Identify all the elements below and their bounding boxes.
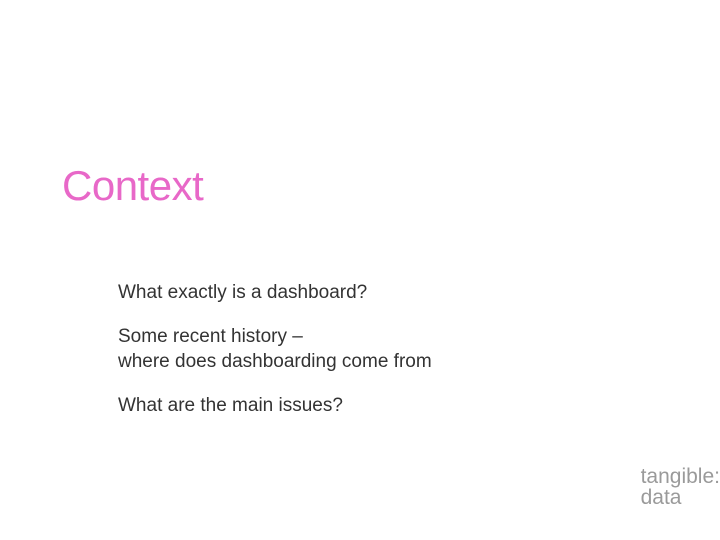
bullet-item: What are the main issues? <box>118 393 618 419</box>
logo-line-2: data <box>641 487 720 508</box>
slide-title: Context <box>62 162 203 210</box>
logo-line-1: tangible: <box>641 466 720 487</box>
slide-content: What exactly is a dashboard? Some recent… <box>118 280 618 437</box>
bullet-item: Some recent history –where does dashboar… <box>118 324 618 375</box>
brand-logo: tangible: data <box>641 466 720 508</box>
slide: Context What exactly is a dashboard? Som… <box>0 0 720 540</box>
bullet-item: What exactly is a dashboard? <box>118 280 618 306</box>
